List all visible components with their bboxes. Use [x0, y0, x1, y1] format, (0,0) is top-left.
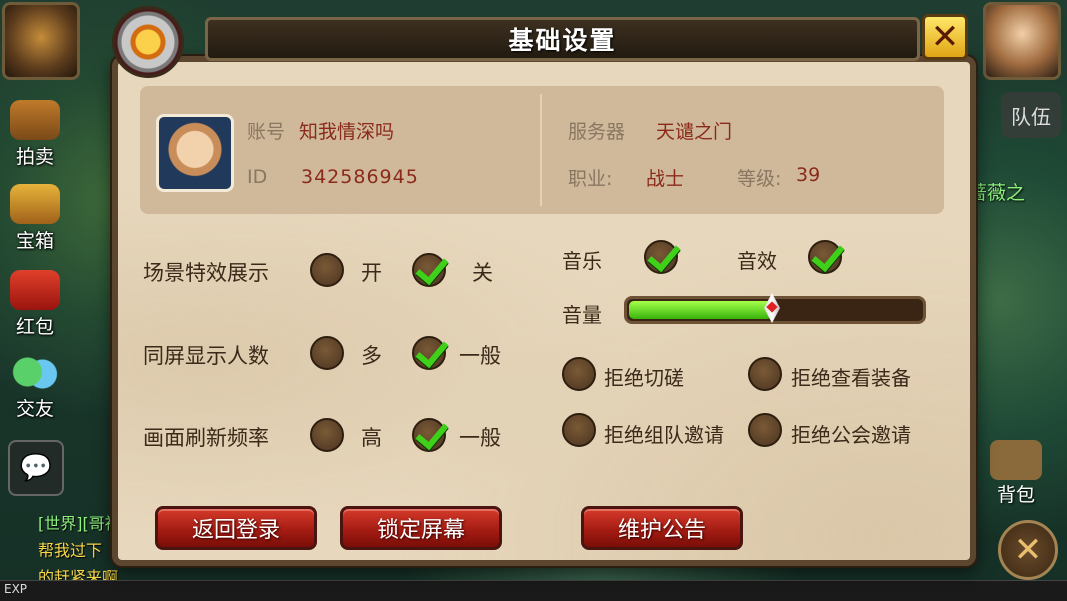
team-button[interactable]: 队伍 — [1001, 92, 1061, 138]
close-icon: ✕ — [930, 17, 960, 57]
friends-label: 交友 — [15, 398, 54, 420]
lock-screen-label: 锁定屏幕 — [376, 518, 465, 543]
friends-icon — [10, 352, 60, 392]
sfx-checkbox[interactable] — [808, 240, 842, 274]
menu-close-button[interactable]: ✕ — [998, 520, 1058, 580]
refresh-rate-high-label: 高 — [361, 426, 382, 450]
scene-effects-label: 场景特效展示 — [143, 261, 269, 285]
onscreen-players-label: 同屏显示人数 — [143, 344, 269, 368]
chat-bubble-icon: 💬 — [19, 453, 53, 483]
scene-effects-off-radio[interactable] — [412, 253, 446, 287]
scene-effects-off-label: 关 — [472, 261, 493, 285]
refuse-guild-invite-radio[interactable] — [748, 413, 782, 447]
refresh-rate-high-radio[interactable] — [310, 418, 344, 452]
target-portrait[interactable] — [983, 2, 1061, 80]
volume-slider[interactable] — [624, 293, 926, 324]
onscreen-players-many-radio[interactable] — [310, 336, 344, 370]
refuse-team-invite-radio[interactable] — [562, 413, 596, 447]
bag-button[interactable]: 背包 — [990, 440, 1042, 507]
red-packet-label: 红包 — [15, 316, 54, 338]
close-icon: ✕ — [1013, 530, 1043, 570]
friends-button[interactable]: 交友 — [10, 352, 60, 421]
refuse-view-equipment-label: 拒绝查看装备 — [791, 366, 911, 390]
treasure-button[interactable]: 宝箱 — [10, 184, 60, 253]
refresh-rate-normal-label: 一般 — [459, 426, 501, 450]
bag-icon — [990, 440, 1042, 480]
refresh-rate-label: 画面刷新频率 — [143, 426, 269, 450]
account-label: 账号 — [247, 121, 286, 143]
back-to-login-button[interactable]: 返回登录 — [155, 506, 317, 550]
onscreen-players-many-label: 多 — [361, 344, 382, 368]
settings-gear-icon — [112, 6, 184, 78]
music-checkbox[interactable] — [644, 240, 678, 274]
avatar — [156, 114, 234, 192]
level-value: 39 — [796, 164, 821, 186]
chat-line: 帮我过下 — [38, 541, 103, 560]
red-packet-icon — [10, 270, 60, 310]
auction-label: 拍卖 — [15, 146, 54, 168]
profile-panel — [140, 86, 944, 214]
refuse-team-invite-label: 拒绝组队邀请 — [604, 423, 724, 447]
onscreen-players-normal-radio[interactable] — [412, 336, 446, 370]
scene-effects-on-radio[interactable] — [310, 253, 344, 287]
exp-label: EXP — [4, 582, 28, 596]
back-to-login-label: 返回登录 — [191, 518, 280, 543]
refuse-duel-radio[interactable] — [562, 357, 596, 391]
refuse-view-equipment-radio[interactable] — [748, 357, 782, 391]
treasure-label: 宝箱 — [15, 230, 54, 252]
refuse-duel-label: 拒绝切磋 — [604, 366, 684, 390]
close-button[interactable]: ✕ — [922, 14, 968, 60]
player-portrait[interactable] — [2, 2, 80, 80]
id-value: 342586945 — [301, 166, 419, 188]
chat-log: [世界][哥神 帮我过下 的赶紧来啊. — [38, 510, 123, 591]
dialog-title: 基础设置 — [508, 26, 617, 55]
onscreen-players-normal-label: 一般 — [459, 344, 501, 368]
server-value: 天谴之门 — [656, 121, 733, 143]
account-value: 知我情深吗 — [299, 121, 395, 143]
maintenance-notice-label: 维护公告 — [617, 518, 706, 543]
red-packet-button[interactable]: 红包 — [10, 270, 60, 339]
music-label: 音乐 — [562, 249, 602, 273]
server-label: 服务器 — [568, 121, 626, 143]
volume-fill — [629, 301, 772, 319]
bag-label: 背包 — [996, 484, 1035, 506]
class-value: 战士 — [646, 168, 685, 190]
refuse-guild-invite-label: 拒绝公会邀请 — [791, 423, 911, 447]
id-label: ID — [247, 166, 268, 188]
auction-button[interactable]: 拍卖 — [10, 100, 60, 169]
lock-screen-button[interactable]: 锁定屏幕 — [340, 506, 502, 550]
maintenance-notice-button[interactable]: 维护公告 — [581, 506, 743, 550]
profile-divider — [540, 94, 542, 206]
team-label: 队伍 — [1011, 104, 1051, 129]
volume-label: 音量 — [562, 303, 602, 327]
sfx-label: 音效 — [737, 249, 777, 273]
auction-icon — [10, 100, 60, 140]
chat-button[interactable]: 💬 — [8, 440, 64, 496]
treasure-chest-icon — [10, 184, 60, 224]
chat-line: [世界][哥神 — [38, 514, 121, 533]
exp-bar — [0, 580, 1067, 601]
refresh-rate-normal-radio[interactable] — [412, 418, 446, 452]
guild-name: 蔷薇之 — [968, 182, 1026, 204]
class-label: 职业: — [568, 168, 613, 190]
level-label: 等级: — [737, 168, 782, 190]
dialog-title-bar: 基础设置 — [205, 17, 920, 61]
scene-effects-on-label: 开 — [361, 261, 382, 285]
